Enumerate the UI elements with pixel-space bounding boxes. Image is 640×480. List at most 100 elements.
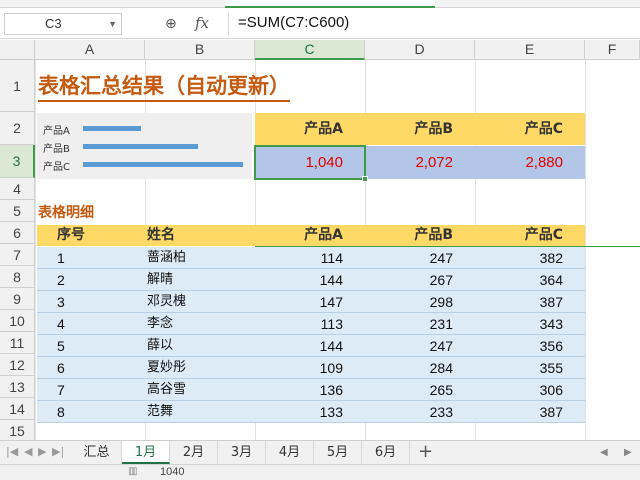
column-header-e[interactable]: E <box>475 40 585 60</box>
row-header-10[interactable]: 10 <box>0 310 35 332</box>
cell-product-a[interactable]: 114 <box>255 247 343 269</box>
cell-name[interactable]: 李念 <box>147 313 173 335</box>
row-header-3[interactable]: 3 <box>0 145 35 178</box>
sheet-tab-0[interactable]: 汇总 <box>72 441 122 464</box>
row-header-5[interactable]: 5 <box>0 200 35 222</box>
cell-name[interactable]: 解晴 <box>147 269 173 291</box>
row-header-6[interactable]: 6 <box>0 222 35 244</box>
status-sum: 1040 <box>160 466 185 478</box>
column-header-f[interactable]: F <box>585 40 640 60</box>
function-icon[interactable]: fx <box>195 14 209 32</box>
cell-seq[interactable]: 2 <box>57 269 65 291</box>
cell-name[interactable]: 邓灵槐 <box>147 291 186 313</box>
mini-chart-bar <box>83 144 198 149</box>
cell-seq[interactable]: 8 <box>57 401 65 423</box>
cell-product-b[interactable]: 247 <box>365 247 453 269</box>
cell-seq[interactable]: 5 <box>57 335 65 357</box>
formula-input[interactable]: =SUM(C7:C600) <box>238 14 349 31</box>
next-sheet-icon[interactable]: ▶ <box>38 445 46 458</box>
detail-header-seq[interactable]: 序号 <box>57 225 85 246</box>
zoom-icon[interactable]: ⊕ <box>165 16 177 32</box>
cell-product-a[interactable]: 136 <box>255 379 343 401</box>
cell-seq[interactable]: 7 <box>57 379 65 401</box>
cell-seq[interactable]: 3 <box>57 291 65 313</box>
summary-value-c[interactable]: 2,880 <box>475 146 585 179</box>
summary-value-b[interactable]: 2,072 <box>365 146 475 179</box>
cell-product-b[interactable]: 298 <box>365 291 453 313</box>
summary-header-c[interactable]: 产品C <box>475 113 585 145</box>
row-header-13[interactable]: 13 <box>0 376 35 398</box>
cell-name[interactable]: 夏妙彤 <box>147 357 186 379</box>
sheet-tab-5[interactable]: 5月 <box>314 441 362 464</box>
row-header-4[interactable]: 4 <box>0 178 35 200</box>
cell-product-c[interactable]: 343 <box>475 313 563 335</box>
cell-product-b[interactable]: 233 <box>365 401 453 423</box>
fill-handle[interactable] <box>362 176 368 182</box>
row-header-7[interactable]: 7 <box>0 244 35 266</box>
table-row: 8 范舞 133 233 387 <box>37 401 585 423</box>
sheet-tab-3[interactable]: 3月 <box>218 441 266 464</box>
summary-header-b[interactable]: 产品B <box>365 113 475 145</box>
cell-product-a[interactable]: 147 <box>255 291 343 313</box>
cell-product-a[interactable]: 144 <box>255 269 343 291</box>
sheet-tab-2[interactable]: 2月 <box>170 441 218 464</box>
column-header-c[interactable]: C <box>255 40 365 60</box>
last-sheet-icon[interactable]: ▶| <box>52 445 64 458</box>
detail-header-row: 序号 姓名 产品A 产品B 产品C <box>37 225 585 246</box>
cell-name[interactable]: 高谷雪 <box>147 379 186 401</box>
column-header-a[interactable]: A <box>35 40 145 60</box>
cell-product-c[interactable]: 387 <box>475 291 563 313</box>
select-all-corner[interactable] <box>0 40 35 60</box>
cell-product-b[interactable]: 284 <box>365 357 453 379</box>
detail-header-a[interactable]: 产品A <box>255 225 343 246</box>
scroll-left-icon[interactable]: ◀ <box>600 447 608 458</box>
cell-product-a[interactable]: 144 <box>255 335 343 357</box>
cell-product-c[interactable]: 382 <box>475 247 563 269</box>
detail-header-c[interactable]: 产品C <box>475 225 563 246</box>
cell-product-a[interactable]: 109 <box>255 357 343 379</box>
row-header-12[interactable]: 12 <box>0 354 35 376</box>
summary-header-a[interactable]: 产品A <box>255 113 365 145</box>
sheet-tab-1[interactable]: 1月 <box>122 441 170 464</box>
cell-product-c[interactable]: 387 <box>475 401 563 423</box>
cell-product-c[interactable]: 355 <box>475 357 563 379</box>
cell-name[interactable]: 范舞 <box>147 401 173 423</box>
cell-seq[interactable]: 6 <box>57 357 65 379</box>
add-sheet-button[interactable]: + <box>418 441 433 463</box>
cell-seq[interactable]: 1 <box>57 247 65 269</box>
cell-product-b[interactable]: 247 <box>365 335 453 357</box>
first-sheet-icon[interactable]: |◀ <box>6 445 18 458</box>
detail-header-b[interactable]: 产品B <box>365 225 453 246</box>
mini-chart-bar <box>83 126 141 131</box>
row-header-11[interactable]: 11 <box>0 332 35 354</box>
row-header-9[interactable]: 9 <box>0 288 35 310</box>
row-header-1[interactable]: 1 <box>0 60 35 112</box>
workbook-tab[interactable] <box>225 0 435 8</box>
prev-sheet-icon[interactable]: ◀ <box>24 445 32 458</box>
cell-product-b[interactable]: 265 <box>365 379 453 401</box>
sheet-tab-4[interactable]: 4月 <box>266 441 314 464</box>
name-box[interactable]: C3 ▼ <box>4 13 122 35</box>
cell-product-a[interactable]: 133 <box>255 401 343 423</box>
row-header-14[interactable]: 14 <box>0 398 35 420</box>
active-cell-selection[interactable] <box>254 145 368 182</box>
cell-product-a[interactable]: 113 <box>255 313 343 335</box>
row-header-8[interactable]: 8 <box>0 266 35 288</box>
cell-product-c[interactable]: 306 <box>475 379 563 401</box>
cell-product-b[interactable]: 231 <box>365 313 453 335</box>
column-header-d[interactable]: D <box>365 40 475 60</box>
column-header-b[interactable]: B <box>145 40 255 60</box>
scroll-right-icon[interactable]: ▶ <box>624 447 632 458</box>
cell-product-b[interactable]: 267 <box>365 269 453 291</box>
row-header-2[interactable]: 2 <box>0 112 35 145</box>
detail-header-name[interactable]: 姓名 <box>147 225 175 246</box>
table-row: 4 李念 113 231 343 <box>37 313 585 335</box>
cell-name[interactable]: 蔷涵柏 <box>147 247 186 269</box>
row-header-15[interactable]: 15 <box>0 420 35 442</box>
cell-name[interactable]: 薛以 <box>147 335 173 357</box>
cell-product-c[interactable]: 356 <box>475 335 563 357</box>
cell-seq[interactable]: 4 <box>57 313 65 335</box>
chevron-down-icon[interactable]: ▼ <box>108 14 117 34</box>
cell-product-c[interactable]: 364 <box>475 269 563 291</box>
sheet-tab-6[interactable]: 6月 <box>362 441 410 464</box>
